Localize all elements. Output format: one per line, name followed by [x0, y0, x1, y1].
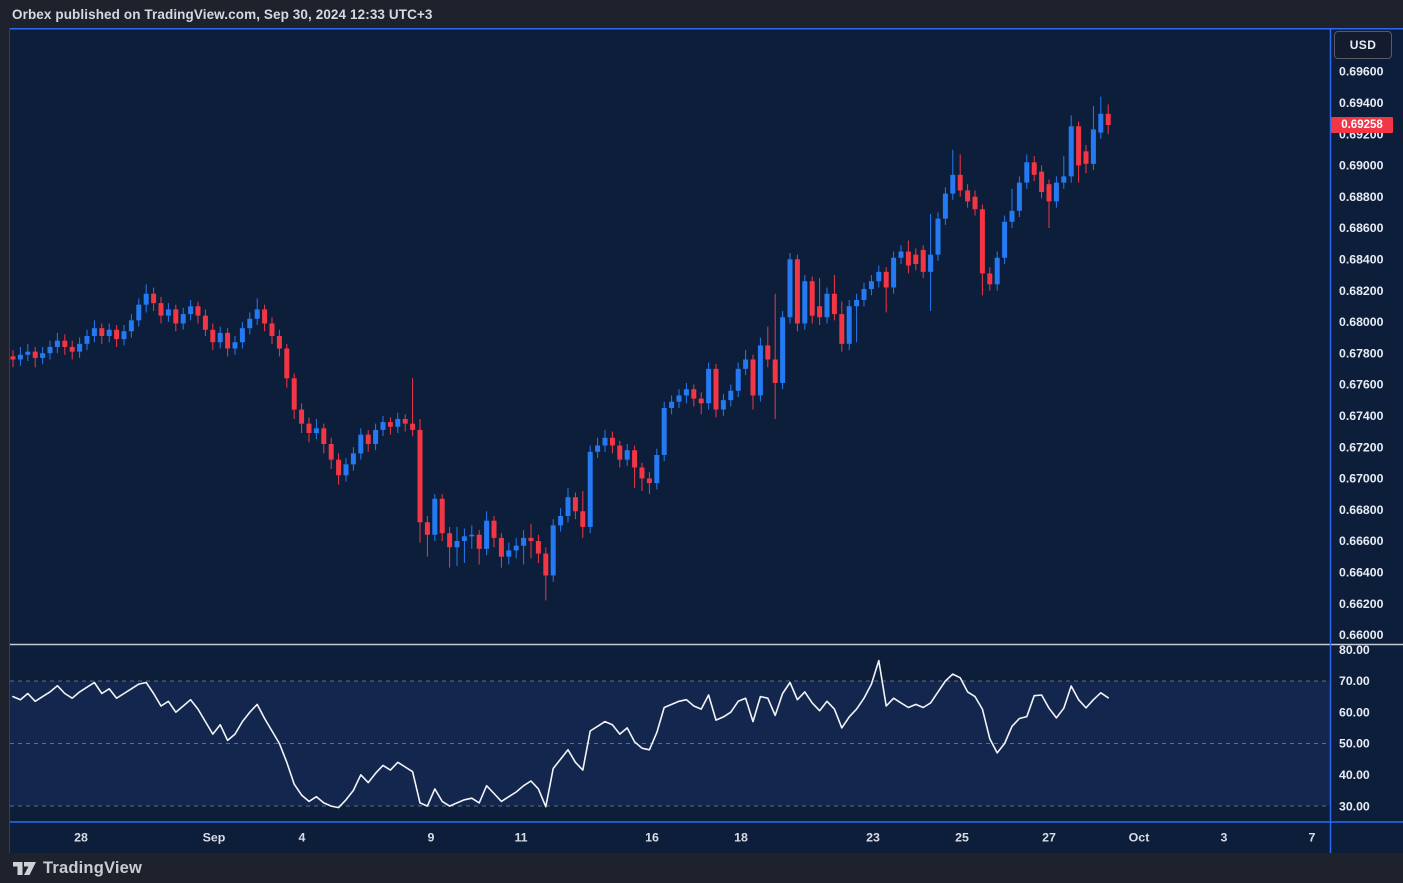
- tradingview-snapshot: Orbex published on TradingView.com, Sep …: [0, 0, 1403, 883]
- chart-left-gutter: [0, 28, 10, 853]
- tradingview-brand[interactable]: TradingView: [43, 859, 142, 878]
- last-price-label: 0.69258: [1331, 117, 1393, 133]
- tradingview-logo-icon[interactable]: [13, 858, 36, 879]
- price-axis[interactable]: [1331, 28, 1403, 822]
- currency-toggle-button[interactable]: USD: [1334, 31, 1392, 59]
- publish-text: Orbex published on TradingView.com, Sep …: [12, 7, 433, 22]
- time-axis[interactable]: [10, 822, 1330, 853]
- chart-canvas[interactable]: 0.696000.694000.692000.690000.688000.686…: [0, 0, 1403, 883]
- footer-bar: TradingView: [0, 853, 1403, 883]
- publish-bar: Orbex published on TradingView.com, Sep …: [0, 0, 1403, 28]
